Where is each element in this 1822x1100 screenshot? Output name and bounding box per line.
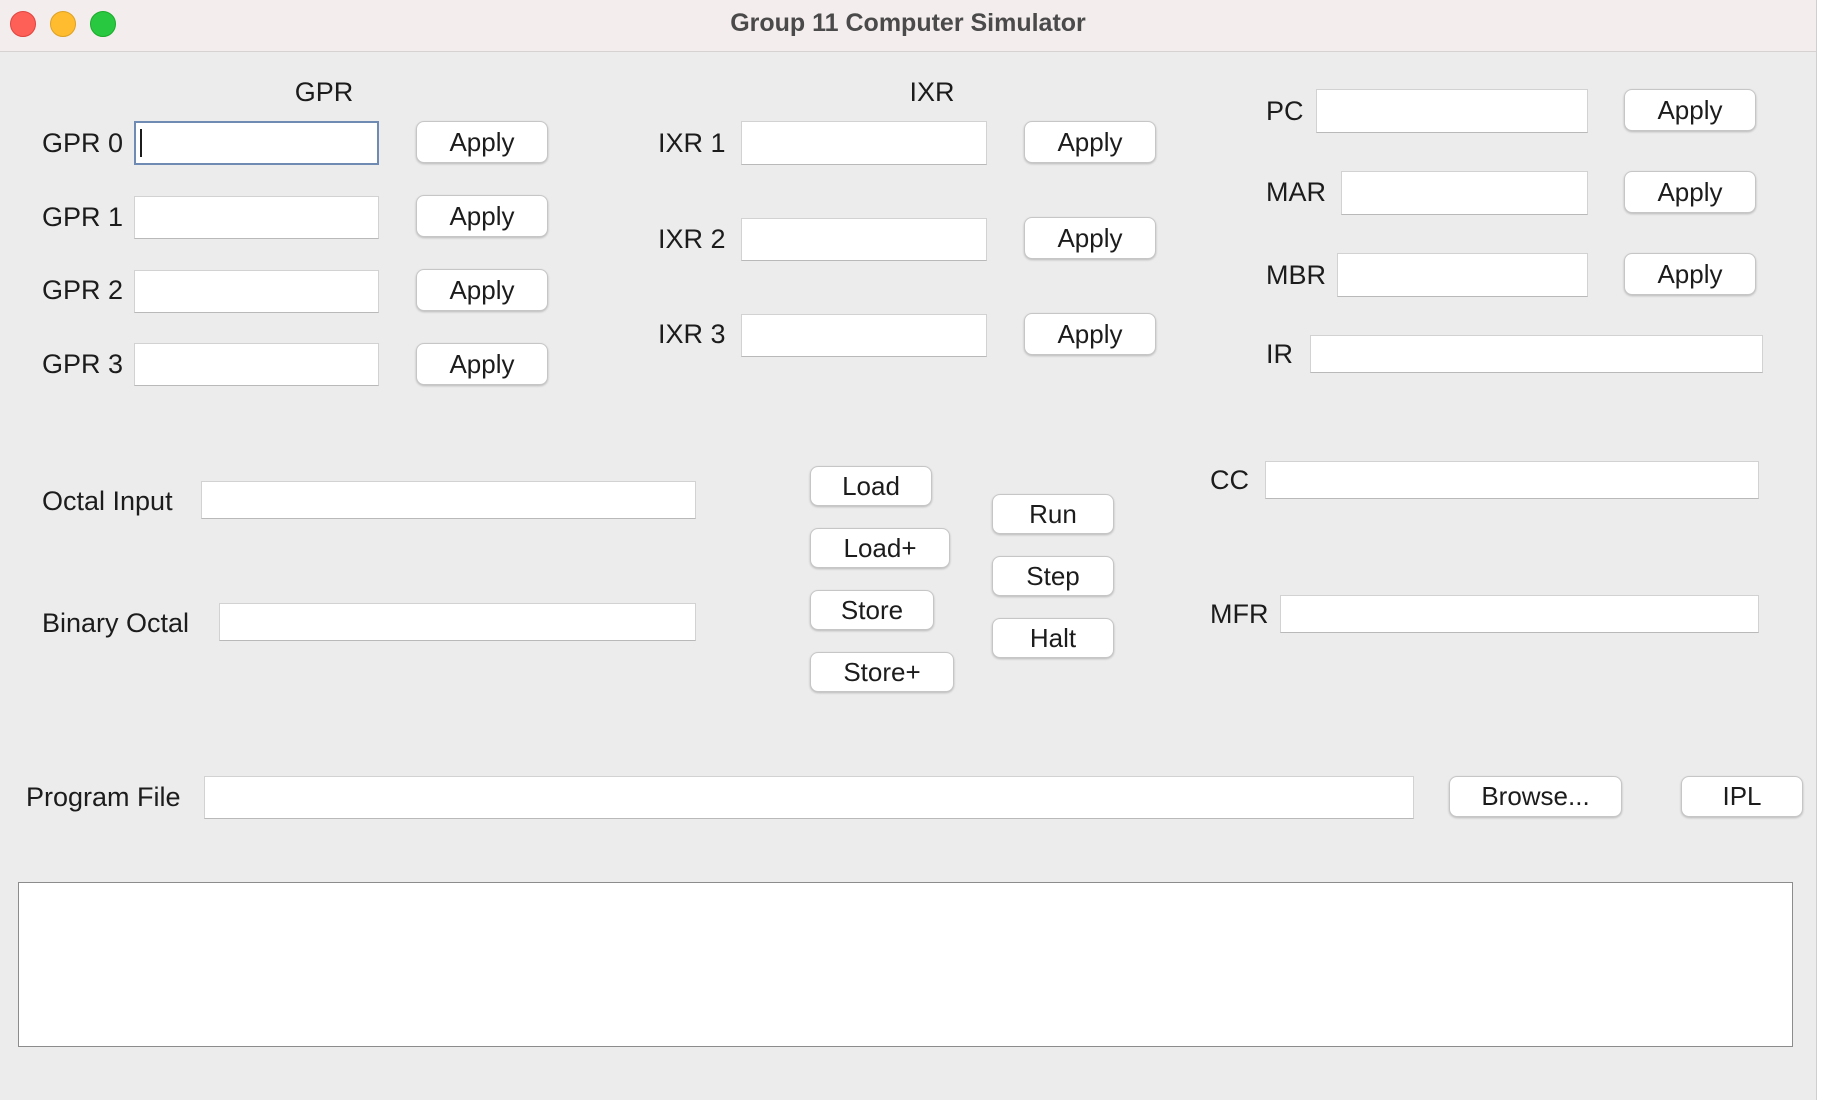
store-plus-button[interactable]: Store+	[810, 652, 954, 692]
title-bar: Group 11 Computer Simulator	[0, 0, 1816, 52]
ir-field[interactable]	[1310, 335, 1763, 373]
cc-field[interactable]	[1265, 461, 1759, 499]
pc-apply-button[interactable]: Apply	[1624, 89, 1756, 131]
console-output[interactable]	[18, 882, 1793, 1047]
ipl-button[interactable]: IPL	[1681, 776, 1803, 817]
ir-label: IR	[1266, 339, 1293, 369]
ixr-3-label: IXR 3	[658, 319, 726, 349]
ixr-2-label: IXR 2	[658, 224, 726, 254]
gpr-0-label: GPR 0	[42, 128, 124, 158]
gpr-1-label: GPR 1	[42, 202, 124, 232]
pc-label: PC	[1266, 96, 1304, 126]
window-title: Group 11 Computer Simulator	[730, 9, 1086, 37]
gpr-1-field[interactable]	[134, 196, 379, 239]
gpr-0-apply-button[interactable]: Apply	[416, 121, 548, 163]
mbr-field[interactable]	[1337, 253, 1588, 297]
ixr-2-field[interactable]	[741, 218, 987, 261]
gpr-3-field[interactable]	[134, 343, 379, 386]
program-file-field[interactable]	[204, 776, 1414, 819]
gpr-3-label: GPR 3	[42, 349, 124, 379]
mar-apply-button[interactable]: Apply	[1624, 171, 1756, 213]
text-caret	[140, 129, 142, 157]
halt-button[interactable]: Halt	[992, 618, 1114, 658]
gpr-2-label: GPR 2	[42, 275, 124, 305]
cc-label: CC	[1210, 465, 1249, 495]
mbr-apply-button[interactable]: Apply	[1624, 253, 1756, 295]
ixr-1-label: IXR 1	[658, 128, 726, 158]
pc-field[interactable]	[1316, 89, 1588, 133]
load-plus-button[interactable]: Load+	[810, 528, 950, 568]
ixr-header: IXR	[909, 77, 955, 107]
ixr-1-apply-button[interactable]: Apply	[1024, 121, 1156, 163]
browse-button[interactable]: Browse...	[1449, 776, 1622, 817]
binary-octal-field[interactable]	[219, 603, 696, 641]
program-file-label: Program File	[26, 782, 181, 812]
octal-input-field[interactable]	[201, 481, 696, 519]
gpr-1-apply-button[interactable]: Apply	[416, 195, 548, 237]
gpr-2-field[interactable]	[134, 270, 379, 313]
mar-field[interactable]	[1341, 171, 1588, 215]
store-button[interactable]: Store	[810, 590, 934, 630]
ixr-1-field[interactable]	[741, 121, 987, 165]
ixr-2-apply-button[interactable]: Apply	[1024, 217, 1156, 259]
mbr-label: MBR	[1266, 260, 1326, 290]
mar-label: MAR	[1266, 177, 1326, 207]
binary-octal-label: Binary Octal	[42, 608, 190, 638]
simulator-window: Group 11 Computer Simulator GPR IXR GPR …	[0, 0, 1817, 1100]
ixr-3-apply-button[interactable]: Apply	[1024, 313, 1156, 355]
ixr-3-field[interactable]	[741, 314, 987, 357]
gpr-3-apply-button[interactable]: Apply	[416, 343, 548, 385]
load-button[interactable]: Load	[810, 466, 932, 506]
run-button[interactable]: Run	[992, 494, 1114, 534]
step-button[interactable]: Step	[992, 556, 1114, 596]
mfr-field[interactable]	[1280, 595, 1759, 633]
gpr-header: GPR	[294, 77, 354, 107]
gpr-2-apply-button[interactable]: Apply	[416, 269, 548, 311]
mfr-label: MFR	[1210, 599, 1269, 629]
gpr-0-field[interactable]	[134, 121, 379, 165]
octal-input-label: Octal Input	[42, 486, 173, 516]
